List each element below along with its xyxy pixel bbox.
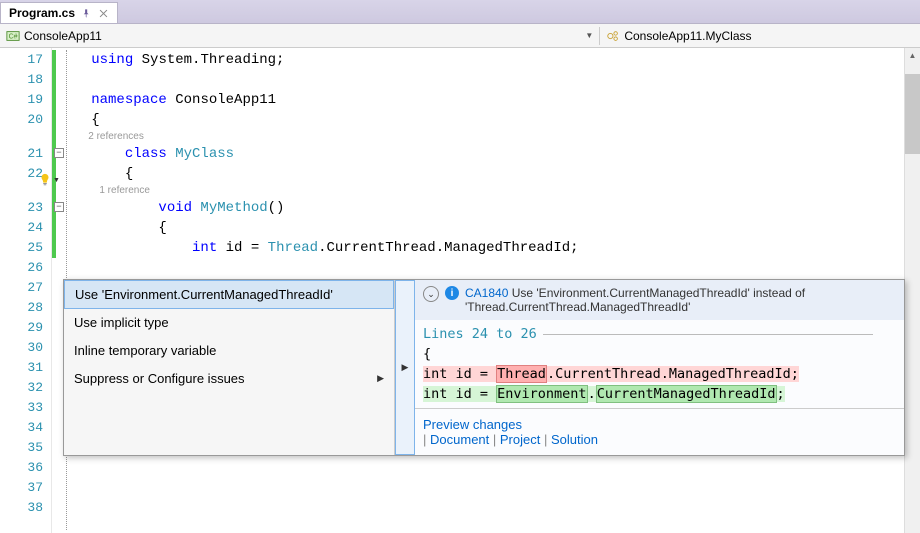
lightbulb-icon bbox=[38, 173, 52, 187]
codelens[interactable]: 2 references bbox=[88, 131, 144, 142]
code-text: { bbox=[423, 346, 431, 362]
chevron-down-icon: ▼ bbox=[53, 177, 60, 184]
fix-document-link[interactable]: Document bbox=[430, 432, 489, 447]
line-number-gutter: 17181920 2122 232425 26272829 30313233 3… bbox=[0, 48, 52, 533]
preview-changes-link[interactable]: Preview changes bbox=[423, 417, 522, 432]
expand-preview-button[interactable]: ▶ bbox=[395, 280, 415, 455]
submenu-arrow-icon: ▶ bbox=[377, 373, 384, 384]
svg-text:C#: C# bbox=[9, 33, 18, 40]
lightbulb-button[interactable]: ▼ bbox=[38, 170, 60, 190]
method-name: MyMethod bbox=[192, 200, 268, 216]
navigation-bar: C# ConsoleApp11 ▼ ConsoleApp11.MyClass bbox=[0, 24, 920, 48]
chevron-down-icon: ▼ bbox=[585, 31, 593, 40]
type-name: Thread bbox=[268, 240, 318, 256]
close-icon[interactable] bbox=[98, 8, 109, 19]
code-text: { bbox=[91, 112, 99, 128]
quickfix-menu: Use 'Environment.CurrentManagedThreadId'… bbox=[64, 280, 395, 455]
quickfix-label: Use 'Environment.CurrentManagedThreadId' bbox=[75, 287, 333, 302]
collapse-icon[interactable]: ⌄ bbox=[423, 286, 439, 302]
code-text: System.Threading; bbox=[133, 52, 284, 68]
quickfix-item-use-environment[interactable]: Use 'Environment.CurrentManagedThreadId' bbox=[64, 280, 394, 309]
rule-link[interactable]: CA1840 bbox=[465, 286, 508, 300]
code-text: ConsoleApp11 bbox=[167, 92, 276, 108]
diagnostic-text: 'Thread.CurrentThread.ManagedThreadId' bbox=[465, 300, 690, 314]
info-icon: i bbox=[445, 286, 459, 300]
vertical-scrollbar[interactable]: ▲ bbox=[904, 48, 920, 533]
code-text: () bbox=[268, 200, 285, 216]
class-icon bbox=[606, 29, 620, 43]
csharp-icon: C# bbox=[6, 29, 20, 43]
diagnostic-text: Use 'Environment.CurrentManagedThreadId'… bbox=[512, 286, 805, 300]
quickfix-popup: Use 'Environment.CurrentManagedThreadId'… bbox=[63, 279, 905, 456]
diff-added-line: int id = Environment.CurrentManagedThrea… bbox=[423, 386, 785, 402]
diff-preview: Lines 24 to 26 { int id = Thread.Current… bbox=[415, 320, 904, 408]
quickfix-item-suppress[interactable]: Suppress or Configure issues ▶ bbox=[64, 365, 394, 393]
preview-footer: Preview changes | Document | Project | S… bbox=[415, 408, 904, 455]
class-name: ConsoleApp11.MyClass bbox=[624, 29, 751, 43]
keyword: int bbox=[192, 240, 217, 256]
scroll-thumb[interactable] bbox=[905, 74, 920, 154]
diagnostic-header: ⌄ i CA1840 Use 'Environment.CurrentManag… bbox=[415, 280, 904, 320]
tab-bar: Program.cs bbox=[0, 0, 920, 24]
quickfix-label: Use implicit type bbox=[74, 315, 169, 330]
type-name: MyClass bbox=[167, 146, 234, 162]
keyword: class bbox=[125, 146, 167, 162]
code-text: { bbox=[91, 166, 133, 182]
quickfix-item-implicit-type[interactable]: Use implicit type bbox=[64, 309, 394, 337]
diff-removed-line: int id = Thread.CurrentThread.ManagedThr… bbox=[423, 366, 799, 382]
keyword: using bbox=[91, 52, 133, 68]
project-dropdown[interactable]: C# ConsoleApp11 ▼ bbox=[0, 27, 600, 45]
code-text: .CurrentThread.ManagedThreadId; bbox=[318, 240, 578, 256]
scroll-up-icon[interactable]: ▲ bbox=[905, 48, 920, 64]
class-dropdown[interactable]: ConsoleApp11.MyClass bbox=[600, 27, 920, 45]
fix-solution-link[interactable]: Solution bbox=[551, 432, 598, 447]
quickfix-label: Inline temporary variable bbox=[74, 343, 216, 358]
fix-project-link[interactable]: Project bbox=[500, 432, 540, 447]
quickfix-label: Suppress or Configure issues bbox=[74, 371, 245, 386]
outline-collapse-icon[interactable]: − bbox=[54, 202, 64, 212]
keyword: void bbox=[158, 200, 192, 216]
diff-range: Lines 24 to 26 bbox=[423, 326, 537, 342]
codelens[interactable]: 1 reference bbox=[99, 185, 150, 196]
keyword: namespace bbox=[91, 92, 167, 108]
outline-collapse-icon[interactable]: − bbox=[54, 148, 64, 158]
code-text: { bbox=[91, 220, 167, 236]
tab-title: Program.cs bbox=[9, 6, 75, 20]
pin-icon[interactable] bbox=[81, 8, 92, 19]
quickfix-preview: ⌄ i CA1840 Use 'Environment.CurrentManag… bbox=[415, 280, 904, 455]
file-tab[interactable]: Program.cs bbox=[0, 2, 118, 23]
project-name: ConsoleApp11 bbox=[24, 29, 102, 43]
code-text: id = bbox=[217, 240, 267, 256]
quickfix-item-inline-var[interactable]: Inline temporary variable bbox=[64, 337, 394, 365]
